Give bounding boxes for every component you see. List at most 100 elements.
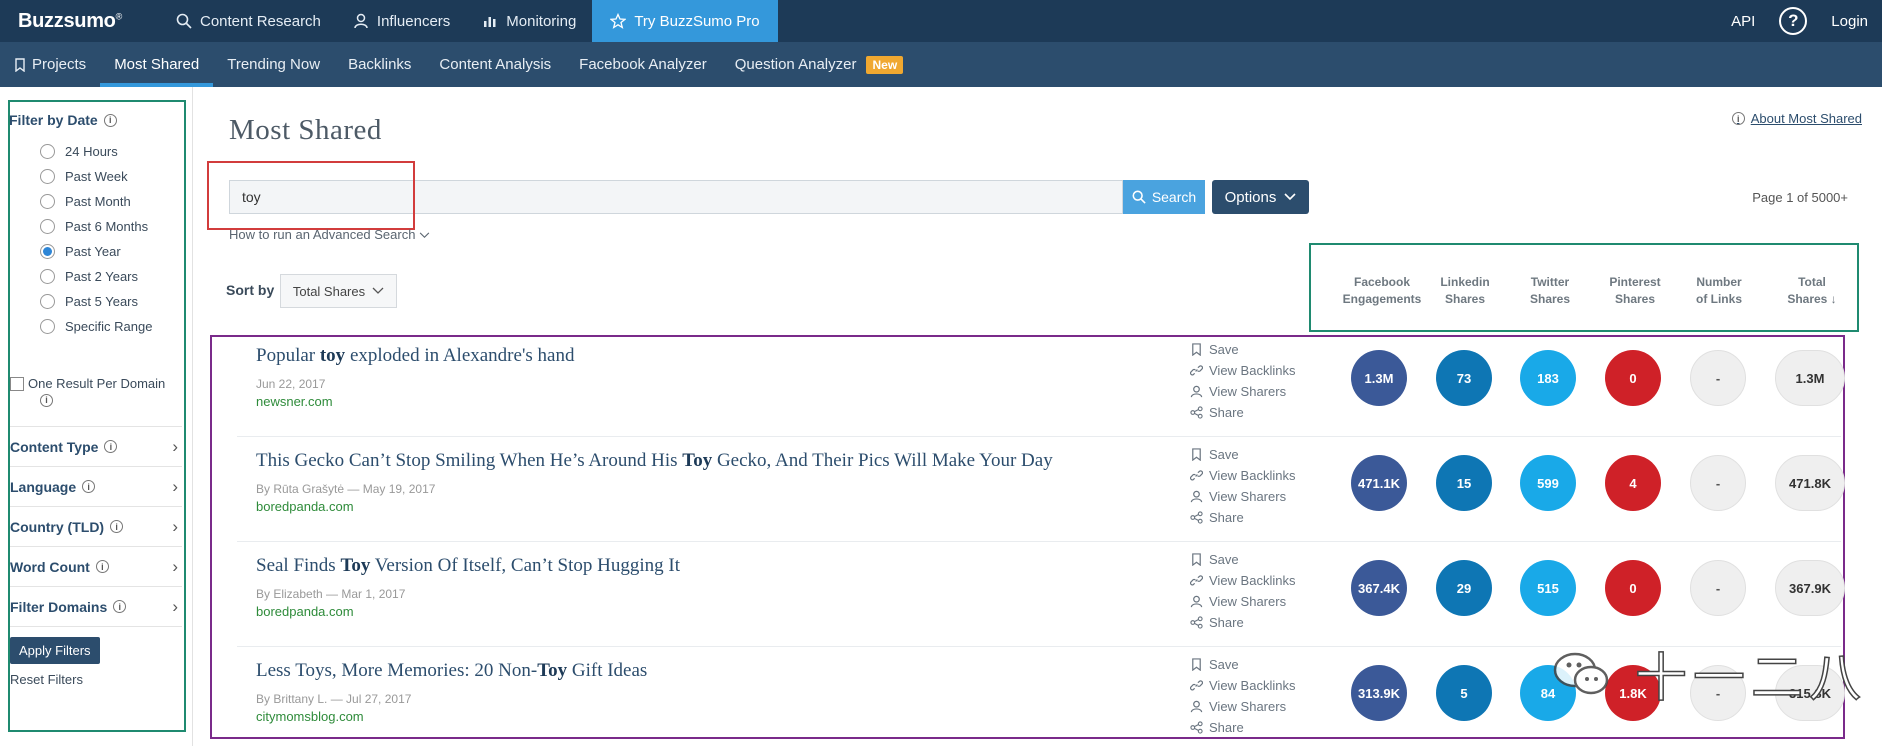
save-action[interactable]: Save [1190, 444, 1295, 465]
subnav-trending-now[interactable]: Trending Now [213, 42, 334, 87]
info-icon[interactable]: i [95, 560, 109, 573]
subnav-facebook-analyzer[interactable]: Facebook Analyzer [565, 42, 721, 87]
number-of-links-circle[interactable]: - [1690, 560, 1746, 616]
view-backlinks-action[interactable]: View Backlinks [1190, 465, 1295, 486]
radio-button[interactable] [40, 219, 55, 234]
info-icon[interactable]: i [113, 600, 127, 613]
save-action[interactable]: Save [1190, 549, 1295, 570]
twitter-shares-circle[interactable]: 599 [1520, 455, 1576, 511]
radio-past-month[interactable]: Past Month [40, 189, 152, 214]
api-link[interactable]: API [1717, 13, 1769, 30]
radio-past-6-months[interactable]: Past 6 Months [40, 214, 152, 239]
result-domain-link[interactable]: boredpanda.com [256, 499, 354, 514]
subnav-most-shared[interactable]: Most Shared [100, 42, 214, 87]
nav-content-research[interactable]: Content Research [160, 0, 337, 42]
total-shares-pill[interactable]: 471.8K [1775, 455, 1845, 511]
view-sharers-action[interactable]: View Sharers [1190, 486, 1295, 507]
result-title[interactable]: Seal Finds Toy Version Of Itself, Can’t … [256, 555, 680, 577]
radio-24-hours[interactable]: 24 Hours [40, 139, 152, 164]
linkedin-shares-circle[interactable]: 15 [1436, 455, 1492, 511]
help-icon[interactable]: ? [1779, 7, 1808, 35]
radio-specific-range[interactable]: Specific Range [40, 314, 152, 339]
filter-domains[interactable]: Filter Domains i › [10, 586, 182, 626]
subnav-backlinks[interactable]: Backlinks [334, 42, 425, 87]
info-icon[interactable]: i [82, 480, 96, 493]
info-icon[interactable]: i [103, 113, 117, 127]
radio-past-week[interactable]: Past Week [40, 164, 152, 189]
column-linkedin-shares[interactable]: Linkedin Shares [1423, 274, 1507, 308]
view-backlinks-action[interactable]: View Backlinks [1190, 570, 1295, 591]
radio-past-2-years[interactable]: Past 2 Years [40, 264, 152, 289]
sort-select[interactable]: Total Shares [280, 274, 397, 308]
search-button[interactable]: Search [1123, 180, 1205, 214]
filter-language[interactable]: Language i › [10, 466, 182, 506]
nav-try-pro[interactable]: Try BuzzSumo Pro [592, 0, 778, 42]
filter-word-count[interactable]: Word Count i › [10, 546, 182, 586]
buzzsumo-logo[interactable]: Buzzsumo® [0, 10, 160, 33]
subnav-question-analyzer[interactable]: Question Analyzer New [721, 42, 917, 87]
nav-monitoring[interactable]: Monitoring [466, 0, 592, 42]
view-sharers-action[interactable]: View Sharers [1190, 381, 1295, 402]
view-backlinks-action[interactable]: View Backlinks [1190, 675, 1295, 696]
facebook-engagements-circle[interactable]: 313.9K [1351, 665, 1407, 721]
radio-button[interactable] [40, 169, 55, 184]
total-shares-pill[interactable]: 367.9K [1775, 560, 1845, 616]
share-action[interactable]: Share [1190, 717, 1295, 738]
one-result-checkbox[interactable] [10, 377, 24, 391]
result-title[interactable]: Less Toys, More Memories: 20 Non-Toy Gif… [256, 660, 647, 682]
total-shares-pill[interactable]: 1.3M [1775, 350, 1845, 406]
reset-filters-link[interactable]: Reset Filters [10, 672, 83, 687]
radio-button[interactable] [40, 269, 55, 284]
column-twitter-shares[interactable]: Twitter Shares [1508, 274, 1592, 308]
facebook-engagements-circle[interactable]: 471.1K [1351, 455, 1407, 511]
view-backlinks-action[interactable]: View Backlinks [1190, 360, 1295, 381]
view-sharers-action[interactable]: View Sharers [1190, 696, 1295, 717]
radio-past-5-years[interactable]: Past 5 Years [40, 289, 152, 314]
advanced-search-link[interactable]: How to run an Advanced Search [229, 227, 430, 242]
view-sharers-action[interactable]: View Sharers [1190, 591, 1295, 612]
subnav-projects[interactable]: Projects [0, 42, 100, 87]
nav-influencers[interactable]: Influencers [337, 0, 466, 42]
one-result-per-domain[interactable]: One Result Per Domain i [10, 376, 180, 407]
total-shares-pill[interactable]: 315.8K [1775, 665, 1845, 721]
options-button[interactable]: Options [1212, 180, 1309, 214]
result-title[interactable]: Popular toy exploded in Alexandre's hand [256, 345, 574, 367]
filter-content-type[interactable]: Content Type i › [10, 426, 182, 466]
save-action[interactable]: Save [1190, 339, 1295, 360]
subnav-content-analysis[interactable]: Content Analysis [425, 42, 565, 87]
column-total-shares[interactable]: Total Shares ↓ [1770, 274, 1854, 308]
twitter-shares-circle[interactable]: 515 [1520, 560, 1576, 616]
linkedin-shares-circle[interactable]: 5 [1436, 665, 1492, 721]
pinterest-shares-circle[interactable]: 0 [1605, 350, 1661, 406]
column-facebook-engagements[interactable]: Facebook Engagements [1340, 274, 1424, 308]
linkedin-shares-circle[interactable]: 29 [1436, 560, 1492, 616]
info-icon[interactable]: i [104, 440, 118, 453]
twitter-shares-circle[interactable]: 84 [1520, 665, 1576, 721]
radio-button[interactable] [40, 144, 55, 159]
radio-button[interactable] [40, 319, 55, 334]
result-domain-link[interactable]: boredpanda.com [256, 604, 354, 619]
radio-button[interactable] [40, 194, 55, 209]
search-input[interactable] [229, 180, 1123, 214]
pinterest-shares-circle[interactable]: 4 [1605, 455, 1661, 511]
pinterest-shares-circle[interactable]: 1.8K [1605, 665, 1661, 721]
number-of-links-circle[interactable]: - [1690, 455, 1746, 511]
facebook-engagements-circle[interactable]: 367.4K [1351, 560, 1407, 616]
radio-button[interactable] [40, 294, 55, 309]
result-domain-link[interactable]: newsner.com [256, 394, 333, 409]
column-number-of-links[interactable]: Number of Links [1677, 274, 1761, 308]
radio-button-selected[interactable] [40, 244, 55, 259]
apply-filters-button[interactable]: Apply Filters [10, 637, 100, 664]
number-of-links-circle[interactable]: - [1690, 665, 1746, 721]
result-title[interactable]: This Gecko Can’t Stop Smiling When He’s … [256, 450, 1053, 472]
login-link[interactable]: Login [1817, 13, 1882, 30]
result-domain-link[interactable]: citymomsblog.com [256, 709, 364, 724]
share-action[interactable]: Share [1190, 402, 1295, 423]
facebook-engagements-circle[interactable]: 1.3M [1351, 350, 1407, 406]
radio-past-year[interactable]: Past Year [40, 239, 152, 264]
filter-country-tld[interactable]: Country (TLD) i › [10, 506, 182, 546]
column-pinterest-shares[interactable]: Pinterest Shares [1593, 274, 1677, 308]
share-action[interactable]: Share [1190, 507, 1295, 528]
info-icon[interactable]: i [40, 394, 53, 407]
linkedin-shares-circle[interactable]: 73 [1436, 350, 1492, 406]
